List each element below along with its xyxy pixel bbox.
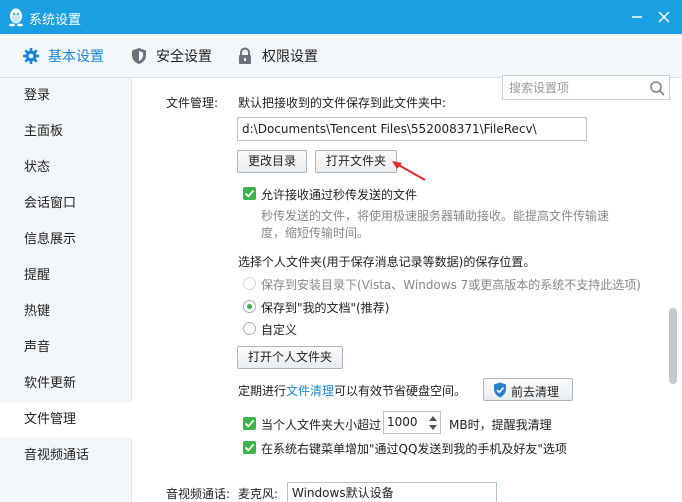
gear-icon xyxy=(23,48,39,64)
size-reminder-prefix: 当个人文件夹大小超过 xyxy=(261,418,382,432)
size-reminder-suffix: MB时，提醒我清理 xyxy=(449,418,552,432)
radio-save-install-dir[interactable] xyxy=(243,277,256,290)
tab-security-settings[interactable]: 安全设置 xyxy=(130,34,212,78)
size-reminder-checkbox[interactable] xyxy=(243,417,256,430)
go-cleanup-button[interactable]: 前去清理 xyxy=(483,378,573,401)
av-call-section-label: 音视频通话: xyxy=(166,487,231,501)
checkmark-icon xyxy=(244,189,255,198)
window-title: 系统设置 xyxy=(29,13,82,28)
sidebar-item-file-management[interactable]: 文件管理 xyxy=(0,402,133,438)
microphone-label: 麦克风: xyxy=(238,487,279,501)
sidebar-item-label: 主面板 xyxy=(24,124,64,139)
tab-basic-settings[interactable]: 基本设置 xyxy=(22,34,104,78)
checkmark-icon xyxy=(244,419,255,428)
radio-custom[interactable] xyxy=(243,322,256,335)
stepper-arrows-icon[interactable] xyxy=(428,414,438,432)
tab-permission-label: 权限设置 xyxy=(262,49,318,65)
sidebar-item-main-panel[interactable]: 主面板 xyxy=(0,114,132,150)
cleanup-hint-suffix: 可以有效节省硬盘空间。 xyxy=(334,384,467,398)
sidebar-item-hotkeys[interactable]: 热键 xyxy=(0,294,132,330)
shield-icon xyxy=(132,48,146,64)
file-cleanup-link[interactable]: 文件清理 xyxy=(286,384,334,398)
context-menu-checkbox[interactable] xyxy=(243,441,256,454)
sidebar-item-label: 音视频通话 xyxy=(24,448,90,463)
flash-transfer-desc-line2: 度，缩短传输时间。 xyxy=(261,226,370,240)
context-menu-label: 在系统右键菜单增加"通过QQ发送到我的手机及好友"选项 xyxy=(261,442,567,456)
sidebar-item-sound[interactable]: 声音 xyxy=(0,330,132,366)
file-management-section-label: 文件管理: xyxy=(166,96,219,110)
sidebar-item-login[interactable]: 登录 xyxy=(0,78,132,114)
tab-permission-settings[interactable]: 权限设置 xyxy=(236,34,318,78)
go-cleanup-label: 前去清理 xyxy=(511,385,560,399)
sidebar-item-av-call[interactable]: 音视频通话 xyxy=(0,438,132,474)
checkmark-icon xyxy=(244,443,255,452)
personal-folder-title: 选择个人文件夹(用于保存消息记录等数据)的保存位置。 xyxy=(238,255,536,269)
radio-save-my-documents[interactable] xyxy=(243,300,256,313)
allow-flash-transfer-label: 允许接收通过秒传发送的文件 xyxy=(261,188,418,202)
qq-penguin-icon xyxy=(9,8,23,27)
annotation-arrow-icon xyxy=(392,161,426,181)
tab-basic-label: 基本设置 xyxy=(48,49,104,65)
allow-flash-transfer-checkbox[interactable] xyxy=(243,187,256,200)
open-personal-folder-button[interactable]: 打开个人文件夹 xyxy=(237,346,343,369)
receive-folder-path-field[interactable]: d:\Documents\Tencent Files\552008371\Fil… xyxy=(237,117,587,141)
title-bar: 系统设置 xyxy=(0,0,682,34)
sidebar-item-label: 登录 xyxy=(24,88,51,103)
sidebar-item-label: 提醒 xyxy=(24,268,51,283)
shield-check-icon xyxy=(494,382,506,398)
radio-save-my-documents-label: 保存到"我的文档"(推荐) xyxy=(261,301,390,315)
sidebar-item-label: 状态 xyxy=(24,160,51,175)
sidebar-item-label: 会话窗口 xyxy=(24,196,77,211)
save-location-description: 默认把接收到的文件保存到此文件夹中: xyxy=(238,96,447,110)
flash-transfer-desc-line1: 秒传发送的文件，将使用极速服务器辅助接收。能提高文件传输速 xyxy=(261,209,610,223)
sidebar-item-label: 软件更新 xyxy=(24,376,77,391)
sidebar-item-status[interactable]: 状态 xyxy=(0,150,132,186)
microphone-select[interactable]: Windows默认设备 xyxy=(287,482,497,502)
folder-size-stepper[interactable]: 1000 xyxy=(383,411,441,434)
change-directory-button[interactable]: 更改目录 xyxy=(237,150,307,173)
sidebar-item-reminders[interactable]: 提醒 xyxy=(0,258,132,294)
cleanup-hint-prefix: 定期进行 xyxy=(238,384,287,398)
sidebar-item-chat-window[interactable]: 会话窗口 xyxy=(0,186,132,222)
close-icon[interactable] xyxy=(653,6,675,28)
sidebar-item-label: 声音 xyxy=(24,340,51,355)
cleanup-hint: 定期进行文件清理可以有效节省硬盘空间。 xyxy=(238,382,466,399)
folder-size-value: 1000 xyxy=(387,415,418,429)
sidebar-item-label: 热键 xyxy=(24,304,51,319)
sidebar-item-info-display[interactable]: 信息展示 xyxy=(0,222,132,258)
sidebar-item-label: 文件管理 xyxy=(24,412,77,427)
settings-tab-bar: 基本设置 安全设置 权限设置 xyxy=(0,34,682,100)
lock-icon xyxy=(239,47,251,64)
settings-sidebar: 登录 主面板 状态 会话窗口 信息展示 提醒 热键 声音 软件更新 文件管理 音… xyxy=(0,78,133,502)
open-folder-button[interactable]: 打开文件夹 xyxy=(315,150,397,173)
sidebar-item-software-update[interactable]: 软件更新 xyxy=(0,366,132,402)
minimize-icon[interactable] xyxy=(626,6,648,28)
radio-custom-label: 自定义 xyxy=(261,323,298,337)
tab-security-label: 安全设置 xyxy=(156,49,212,65)
sidebar-item-label: 信息展示 xyxy=(24,232,77,247)
content-scrollbar[interactable] xyxy=(669,308,677,384)
radio-save-install-dir-label: 保存到安装目录下(Vista、Windows 7或更高版本的系统不支持此选项) xyxy=(261,278,641,292)
